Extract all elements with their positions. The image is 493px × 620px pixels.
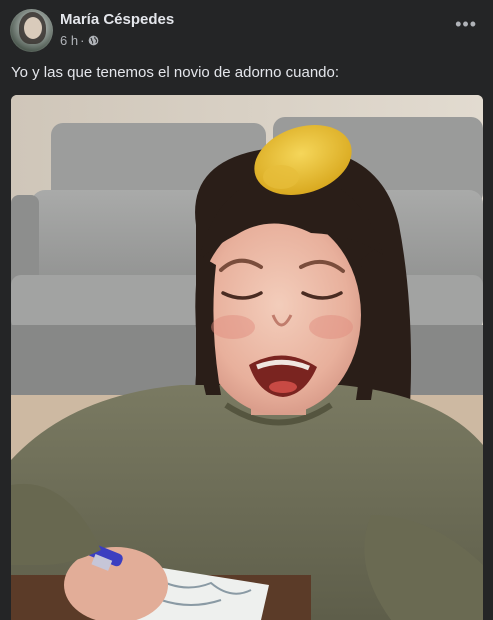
globe-icon[interactable] — [88, 35, 99, 46]
post-header: María Céspedes 6 h · ••• — [10, 9, 483, 53]
meta-separator: · — [80, 33, 85, 48]
post-time[interactable]: 6 h — [60, 33, 78, 48]
more-options-icon[interactable]: ••• — [455, 15, 477, 33]
post-photo[interactable] — [11, 95, 483, 620]
post-meta: 6 h · — [60, 33, 99, 48]
avatar-face — [24, 17, 42, 39]
author-name[interactable]: María Céspedes — [60, 11, 174, 28]
crying-girl-photo — [11, 95, 483, 620]
facebook-post: María Céspedes 6 h · ••• Yo y las que te… — [0, 0, 493, 620]
author-avatar[interactable] — [10, 9, 53, 52]
post-caption: Yo y las que tenemos el novio de adorno … — [11, 64, 340, 81]
